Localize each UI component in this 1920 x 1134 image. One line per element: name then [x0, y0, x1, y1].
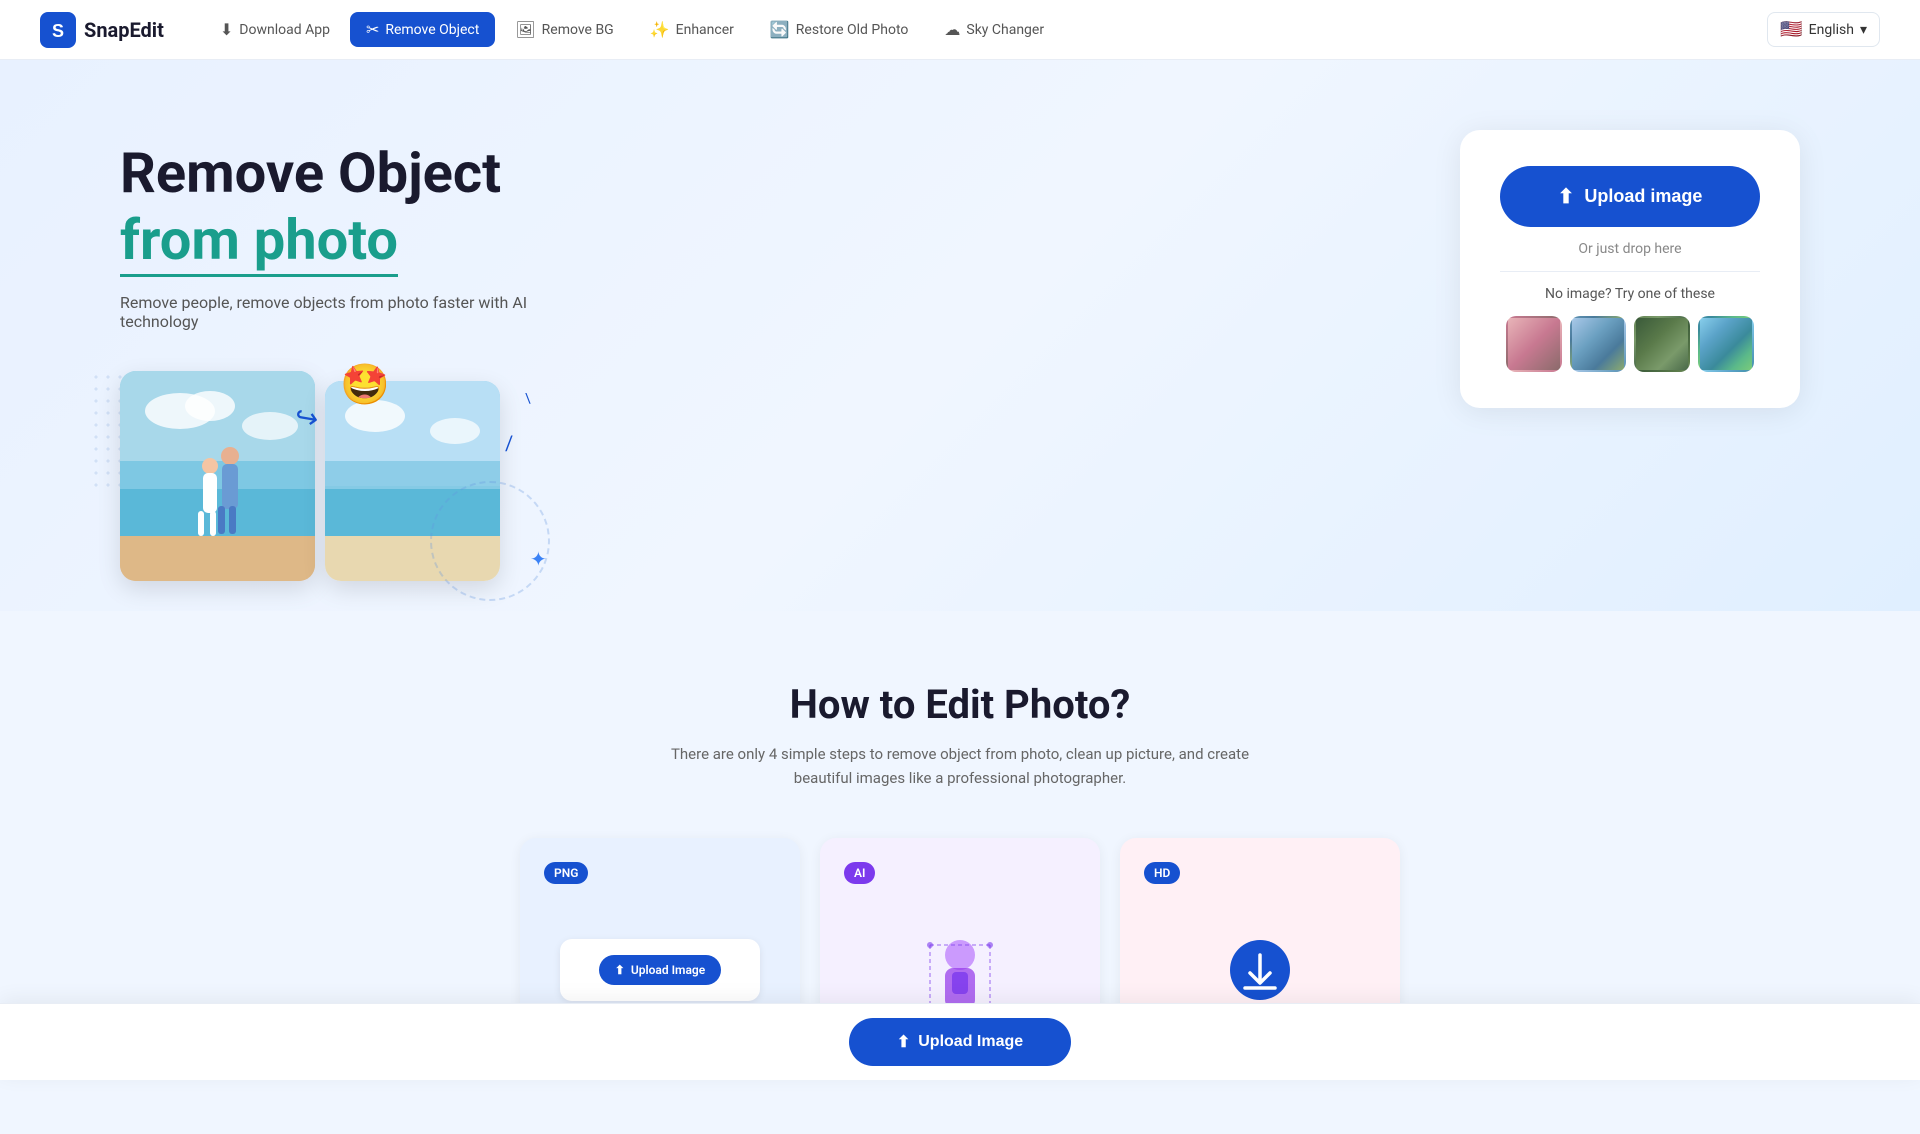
hero-title: Remove Object from photo [120, 140, 1460, 277]
nav-download-label: Download App [239, 22, 330, 38]
footer-upload-icon: ⬆ [897, 1032, 910, 1052]
header: S SnapEdit ⬇ Download App ✂ Remove Objec… [0, 0, 1920, 60]
chevron-down-icon: ▾ [1860, 22, 1867, 38]
download-icon: ⬇ [220, 20, 233, 39]
emoji-decoration: 🤩 [340, 361, 390, 408]
how-to-title: How to Edit Photo? [120, 681, 1800, 728]
flag-icon: 🇺🇸 [1780, 19, 1802, 40]
how-to-subtitle: There are only 4 simple steps to remove … [660, 742, 1260, 790]
logo-text: SnapEdit [84, 18, 164, 42]
upload-mini-label: Upload Image [631, 963, 705, 977]
sample-image-4[interactable] [1698, 316, 1754, 372]
nav-remove-bg-label: Remove BG [542, 22, 614, 38]
hero-subtitle: Remove people, remove objects from photo… [120, 293, 600, 331]
nav-remove-object-label: Remove Object [385, 22, 479, 38]
arrow-decoration: ↪ [292, 400, 321, 437]
footer-upload-bar: ⬆ Upload Image [0, 1003, 1920, 1080]
step-1-upload-mini: ⬆ Upload Image [560, 939, 760, 1001]
nav-restore-old-photo[interactable]: 🔄 Restore Old Photo [754, 12, 925, 47]
lang-label: English [1809, 22, 1854, 38]
sample-image-1[interactable] [1506, 316, 1562, 372]
hero-title-line1: Remove Object [120, 140, 501, 206]
nav-enhancer-label: Enhancer [676, 22, 734, 38]
divider [1500, 271, 1760, 272]
logo[interactable]: S SnapEdit [40, 12, 164, 48]
sparkle-icon-1: / [505, 431, 513, 455]
scissors-icon: ✂ [366, 20, 379, 39]
upload-card: ⬆ Upload image Or just drop here No imag… [1460, 130, 1800, 408]
step-3-badge: HD [1144, 862, 1180, 884]
arc-decoration [430, 481, 550, 601]
step-2-badge: AI [844, 862, 875, 884]
upload-image-button[interactable]: ⬆ Upload image [1500, 166, 1760, 227]
sparkle-nav-icon: ✨ [650, 20, 670, 39]
svg-text:S: S [52, 21, 64, 41]
language-selector[interactable]: 🇺🇸 English ▾ [1767, 12, 1880, 47]
hero-demo-images: 🤩 ↪ / \ ✦ [120, 371, 580, 611]
nav-remove-object[interactable]: ✂ Remove Object [350, 12, 495, 47]
image-icon: 🖼 [515, 20, 535, 39]
upload-icon: ⬆ [1558, 184, 1575, 209]
sparkle-icon-2: \ [525, 391, 531, 407]
nav-restore-label: Restore Old Photo [796, 22, 909, 38]
nav-enhancer[interactable]: ✨ Enhancer [634, 12, 750, 47]
photo-before [120, 371, 315, 581]
footer-upload-button[interactable]: ⬆ Upload Image [849, 1018, 1071, 1066]
restore-icon: 🔄 [770, 20, 790, 39]
main-nav: ⬇ Download App ✂ Remove Object 🖼 Remove … [204, 12, 1767, 47]
cloud-icon: ☁ [944, 20, 960, 39]
hero-left: Remove Object from photo Remove people, … [120, 120, 1460, 611]
sample-images [1500, 316, 1760, 372]
hero-title-line2: from photo [120, 207, 398, 277]
nav-remove-bg[interactable]: 🖼 Remove BG [499, 12, 629, 47]
footer-upload-label: Upload Image [918, 1033, 1023, 1051]
drop-text: Or just drop here [1500, 241, 1760, 257]
nav-sky-label: Sky Changer [966, 22, 1044, 38]
upload-mini-icon: ⬆ [615, 963, 625, 977]
step-1-badge: PNG [544, 862, 588, 884]
step-1-upload-btn[interactable]: ⬆ Upload Image [599, 955, 721, 985]
nav-sky-changer[interactable]: ☁ Sky Changer [928, 12, 1060, 47]
sample-label: No image? Try one of these [1500, 286, 1760, 302]
sample-image-3[interactable] [1634, 316, 1690, 372]
hero-section: Remove Object from photo Remove people, … [0, 60, 1920, 611]
upload-btn-label: Upload image [1584, 186, 1702, 207]
nav-download-app[interactable]: ⬇ Download App [204, 12, 346, 47]
sample-image-2[interactable] [1570, 316, 1626, 372]
